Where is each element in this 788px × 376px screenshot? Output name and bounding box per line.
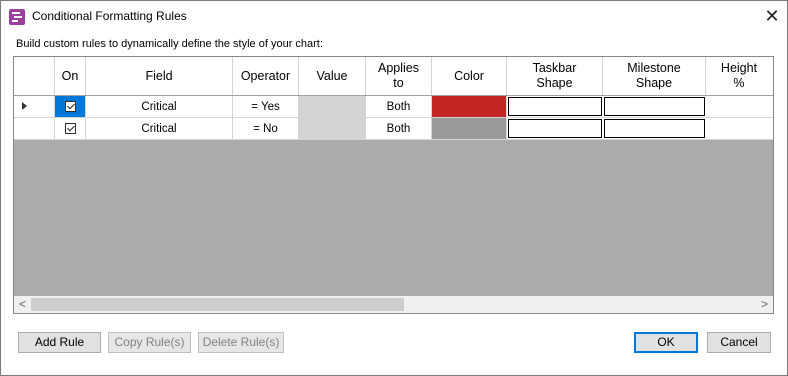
app-icon bbox=[9, 9, 25, 25]
color-swatch[interactable] bbox=[432, 118, 507, 139]
current-row-arrow-icon bbox=[22, 102, 27, 110]
value-cell[interactable] bbox=[299, 118, 366, 139]
on-cell[interactable] bbox=[55, 118, 86, 139]
operator-cell[interactable]: = Yes bbox=[233, 96, 299, 117]
scroll-right-icon[interactable]: > bbox=[756, 296, 773, 313]
close-icon[interactable]: ✕ bbox=[760, 5, 784, 27]
description-text: Build custom rules to dynamically define… bbox=[16, 38, 323, 50]
color-swatch[interactable] bbox=[432, 96, 507, 117]
operator-cell[interactable]: = No bbox=[233, 118, 299, 139]
milestone-shape-cell[interactable] bbox=[604, 119, 705, 138]
applies-to-cell[interactable]: Both bbox=[366, 118, 432, 139]
dialog-window: Conditional Formatting Rules ✕ Build cus… bbox=[0, 0, 788, 376]
field-cell[interactable]: Critical bbox=[86, 96, 233, 117]
column-header-field[interactable]: Field bbox=[86, 57, 233, 95]
on-checkbox[interactable] bbox=[64, 101, 76, 112]
rules-grid: On Field Operator Value Applies to Color… bbox=[13, 56, 774, 314]
scrollbar-thumb[interactable] bbox=[31, 298, 404, 311]
column-header-operator[interactable]: Operator bbox=[233, 57, 299, 95]
add-rule-button[interactable]: Add Rule bbox=[18, 332, 101, 353]
table-row[interactable]: Critical = No Both bbox=[14, 118, 773, 140]
milestone-shape-cell[interactable] bbox=[604, 97, 705, 116]
row-selector[interactable] bbox=[14, 118, 55, 139]
on-cell[interactable] bbox=[55, 96, 86, 117]
table-row[interactable]: Critical = Yes Both bbox=[14, 96, 773, 118]
height-cell[interactable] bbox=[706, 118, 773, 139]
applies-to-cell[interactable]: Both bbox=[366, 96, 432, 117]
horizontal-scrollbar[interactable]: < > bbox=[14, 296, 773, 313]
cancel-button[interactable]: Cancel bbox=[707, 332, 771, 353]
taskbar-shape-cell[interactable] bbox=[508, 119, 602, 138]
scroll-left-icon[interactable]: < bbox=[14, 296, 31, 313]
column-header-height[interactable]: Height % bbox=[706, 57, 772, 95]
height-cell[interactable] bbox=[706, 96, 773, 117]
window-title: Conditional Formatting Rules bbox=[32, 9, 187, 23]
column-header-milestone-shape[interactable]: Milestone Shape bbox=[603, 57, 706, 95]
row-selector[interactable] bbox=[14, 96, 55, 117]
copy-rules-button[interactable]: Copy Rule(s) bbox=[108, 332, 191, 353]
ok-button[interactable]: OK bbox=[634, 332, 698, 353]
row-header-corner bbox=[14, 57, 55, 95]
column-header-color[interactable]: Color bbox=[432, 57, 507, 95]
column-header-on[interactable]: On bbox=[55, 57, 86, 95]
taskbar-shape-cell[interactable] bbox=[508, 97, 602, 116]
on-checkbox[interactable] bbox=[64, 123, 76, 134]
column-header-applies-to[interactable]: Applies to bbox=[366, 57, 432, 95]
grid-header: On Field Operator Value Applies to Color… bbox=[14, 57, 773, 96]
column-header-value[interactable]: Value bbox=[299, 57, 366, 95]
title-bar: Conditional Formatting Rules ✕ bbox=[1, 1, 787, 32]
column-header-taskbar-shape[interactable]: Taskbar Shape bbox=[507, 57, 603, 95]
delete-rules-button[interactable]: Delete Rule(s) bbox=[198, 332, 284, 353]
value-cell[interactable] bbox=[299, 96, 366, 117]
field-cell[interactable]: Critical bbox=[86, 118, 233, 139]
